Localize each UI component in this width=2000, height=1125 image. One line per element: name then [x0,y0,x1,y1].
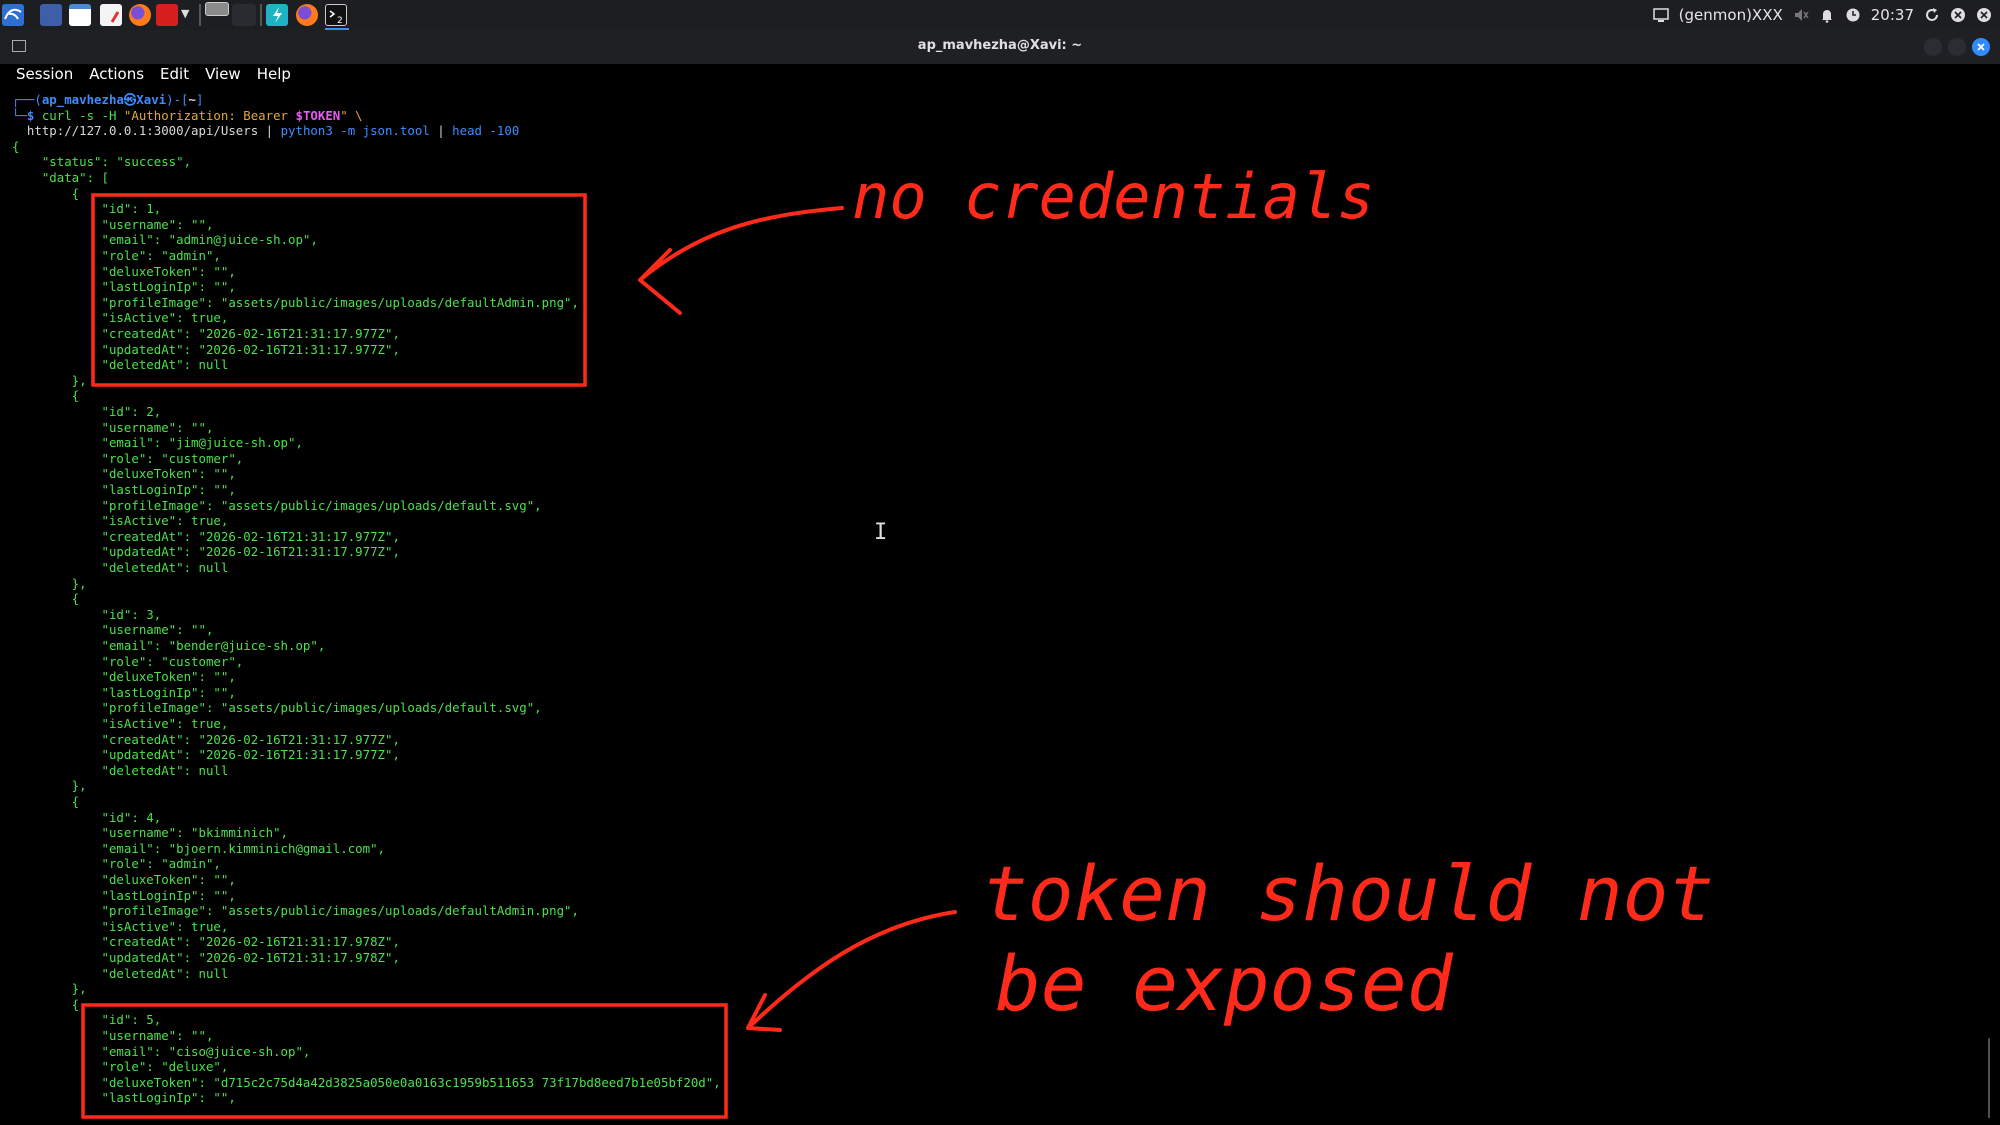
annotation-token-line2: be exposed [995,939,1454,1028]
arrow-token-exposed [746,910,957,1032]
annotation-no-credentials: no credentials [852,160,1375,233]
highlight-box-user-5 [81,1003,728,1119]
arrow-no-credentials [638,206,844,315]
annotation-token-line1: token should not [982,849,1714,938]
highlight-box-user-1 [91,193,587,387]
annotation-layer: no credentials token should not be expos… [81,160,1714,1119]
